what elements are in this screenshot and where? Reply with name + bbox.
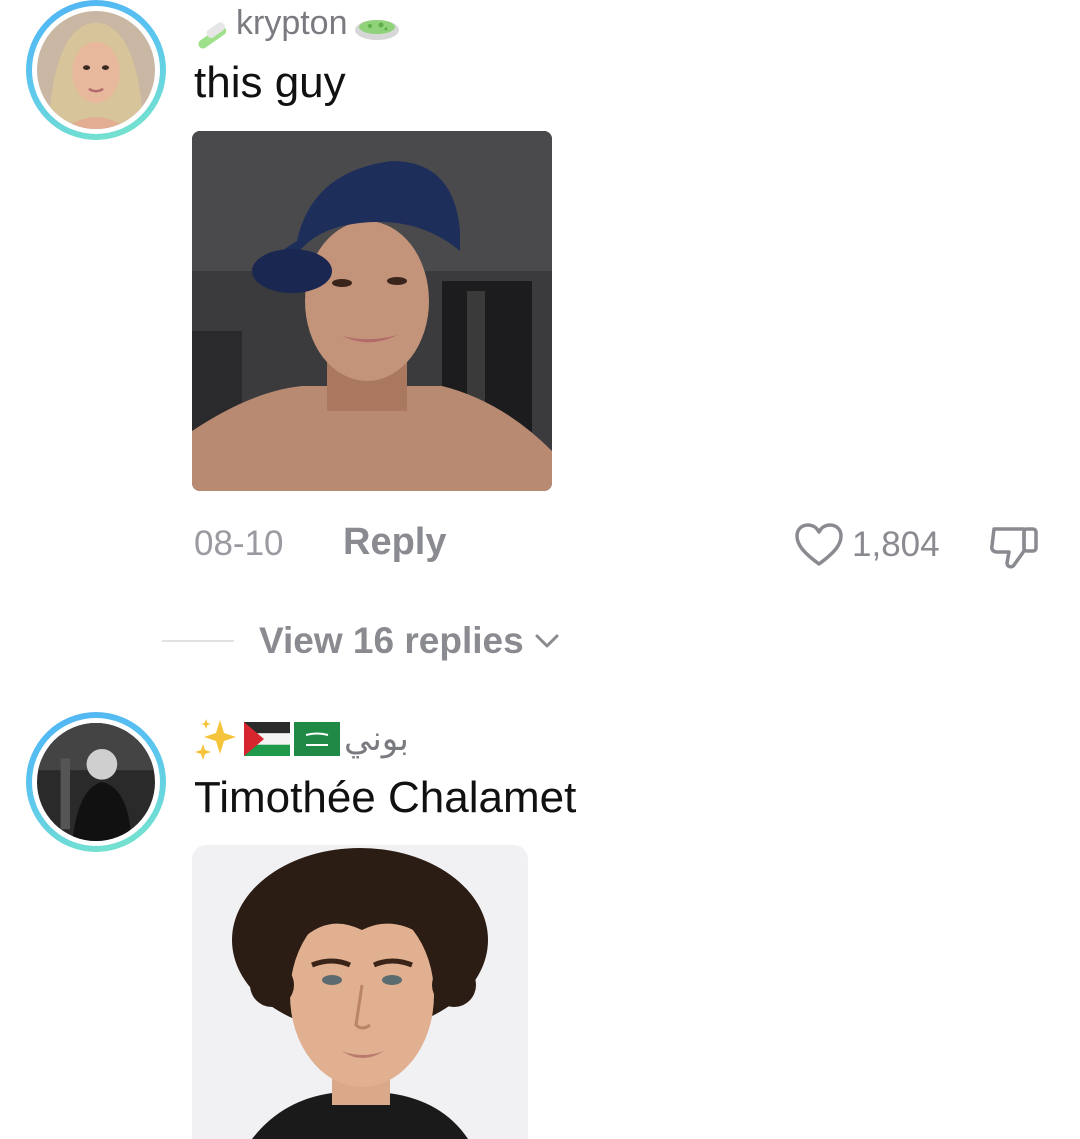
palestine-flag-icon — [244, 722, 290, 756]
username[interactable]: بوني — [194, 714, 409, 764]
replies-divider — [162, 640, 234, 642]
view-replies-label: View 16 replies — [259, 620, 524, 661]
comment-text: this guy — [194, 58, 346, 107]
view-replies-button[interactable]: View 16 replies — [259, 620, 560, 662]
comment-photo-image — [192, 131, 552, 491]
chevron-down-icon — [535, 634, 559, 648]
avatar-image — [37, 723, 155, 841]
like-button[interactable]: 1,804 — [794, 522, 940, 568]
username[interactable]: krypton — [192, 2, 402, 50]
comment-photo[interactable] — [192, 845, 528, 1139]
test-tube-icon — [198, 22, 227, 49]
comment-date: 08-10 — [194, 524, 284, 563]
comment-photo-image — [192, 845, 528, 1139]
saudi-arabia-flag-icon — [294, 722, 340, 756]
heart-outline-icon — [795, 523, 843, 566]
avatar[interactable] — [26, 712, 166, 852]
petri-dish-icon — [354, 20, 399, 40]
comment-text: Timothée Chalamet — [194, 773, 577, 822]
comment-photo[interactable] — [192, 131, 552, 491]
avatar[interactable] — [26, 0, 166, 140]
dislike-button[interactable] — [988, 521, 1040, 576]
like-count: 1,804 — [852, 525, 940, 564]
sparkles-icon — [195, 719, 236, 760]
username-text: بوني — [344, 719, 409, 759]
thumbs-down-outline-icon — [990, 527, 1038, 569]
username-text: krypton — [236, 3, 348, 42]
reply-button[interactable]: Reply — [343, 521, 446, 564]
avatar-image — [37, 11, 155, 129]
